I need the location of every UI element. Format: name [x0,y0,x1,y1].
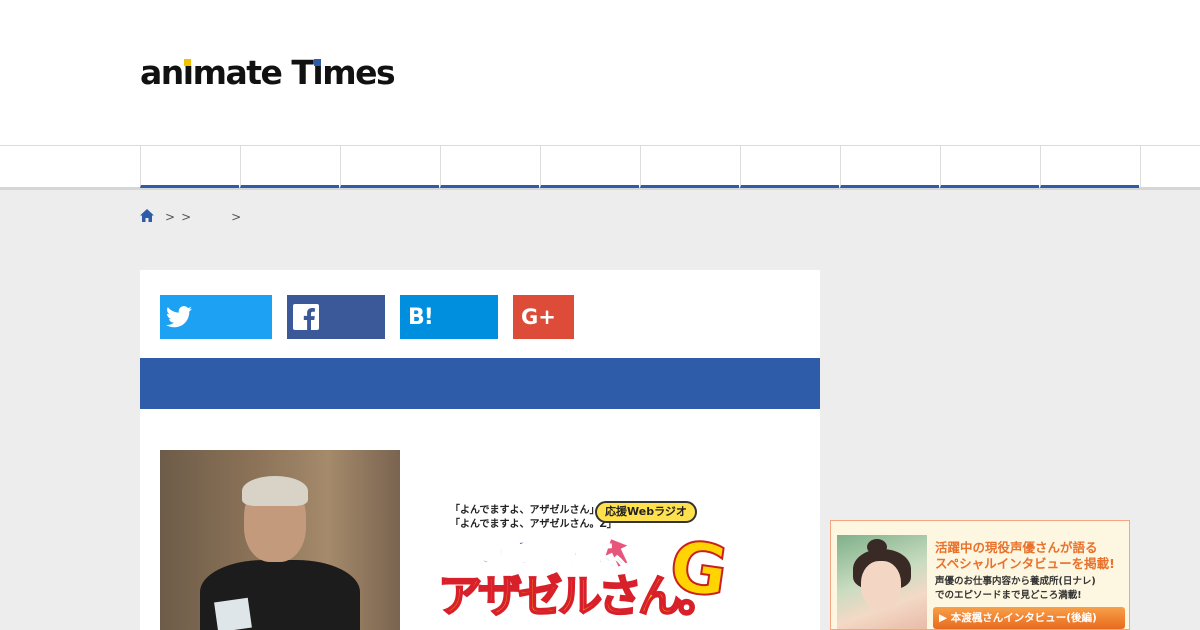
banner-body-2: でのエピソードまで見どころ満載! [935,590,1082,601]
nav-item[interactable] [440,146,539,188]
breadcrumb: > > > [140,209,247,225]
logo-letter-i: ı [183,54,194,92]
nav-item[interactable] [240,146,339,188]
nav-item[interactable] [1040,146,1139,188]
logo-text-mes: mes [322,53,395,92]
facebook-f-icon [293,304,319,330]
interview-ad-banner[interactable]: 活躍中の現役声優さんが語る スペシャルインタビューを掲載! 声優のお仕事内容から… [830,520,1130,630]
radio-program-logo: 「よんでますよ、アザゼルさん」& 「よんでますよ、アザゼルさん。Z」 応援Web… [430,498,760,630]
google-plus-label: G+ [521,305,556,329]
hatena-bookmark-button[interactable]: B! [400,295,498,339]
twitter-bird-icon [166,306,192,328]
logo-i-dot-blue [313,59,321,66]
nav-item[interactable] [540,146,639,188]
logo-letter-i-2: ı [312,54,323,92]
banner-cta-button[interactable]: ▶ 本渡楓さんインタビュー(後編) [933,607,1125,629]
nav-item[interactable] [840,146,939,188]
nav-item[interactable] [640,146,739,188]
banner-portrait [837,535,927,629]
voice-actor-photo [160,450,400,630]
logo-subtitle-1: 「よんでますよ、アザゼルさん」& [450,505,609,516]
photo-script-paper [214,597,252,630]
site-header: anı mate Tı mes [0,0,1200,145]
site-logo[interactable]: anı mate Tı mes [140,53,396,92]
web-radio-badge: 応援Webラジオ [595,501,697,523]
logo-text-an: an [140,53,184,92]
photo-person-hair [242,476,308,506]
nav-item[interactable] [940,146,1039,188]
google-plus-share-button[interactable]: G+ [513,295,574,339]
nav-item[interactable] [340,146,439,188]
breadcrumb-separator: > [165,210,176,224]
facebook-share-button[interactable] [287,295,385,339]
logo-text-mate-t: mate T [192,53,314,92]
article-card: B! G+ 「よんでますよ、アザゼルさん」& 「よんでますよ、アザゼルさん。Z」… [140,270,820,630]
nav-item[interactable] [740,146,839,188]
nav-item[interactable] [140,146,239,188]
breadcrumb-separator: > [181,210,192,224]
article-title-band [140,358,820,409]
breadcrumb-separator: > [231,210,242,224]
home-icon[interactable] [140,209,154,225]
banner-body-1: 声優のお仕事内容から養成所(日ナレ) [935,576,1096,587]
portrait-face [861,561,901,609]
hatena-label: B! [408,304,434,330]
main-nav [0,145,1200,190]
nav-item-end [1140,146,1200,188]
twitter-share-button[interactable] [160,295,272,339]
logo-i-dot-yellow [184,59,192,66]
banner-headline-2: スペシャルインタビューを掲載! [935,556,1115,571]
logo-title-line2: アザゼルさん。 [437,570,723,623]
